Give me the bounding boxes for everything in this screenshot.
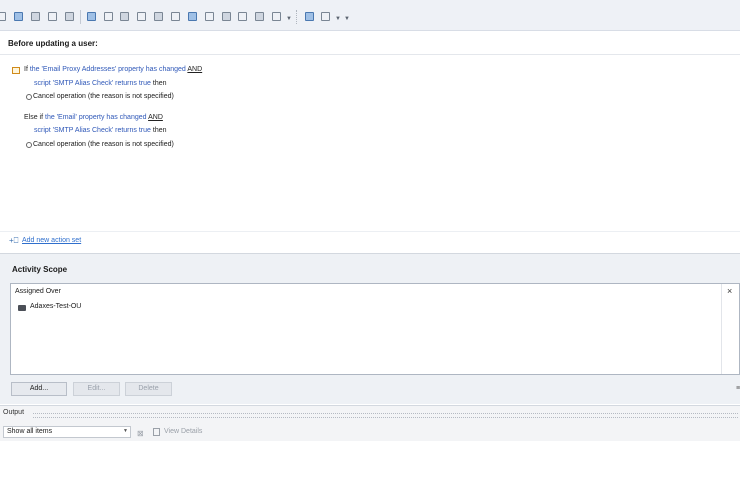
toolbar-separator [296,10,298,24]
assigned-over-header: Assigned Over [15,288,61,295]
and-operator[interactable]: AND [148,114,163,121]
output-log [0,441,740,504]
script-condition[interactable]: script 'SMTP Alias Check' returns true [34,80,151,87]
editor-title: Before updating a user: [8,39,98,48]
elseif-condition[interactable]: the 'Email' property has changed [45,114,147,121]
close-icon[interactable]: × [727,286,732,296]
cancel-icon [26,142,32,148]
script-condition-line[interactable]: script 'SMTP Alias Check' returns true t… [34,127,167,134]
add-button[interactable]: Add... [11,382,67,396]
divider [721,284,722,374]
then-keyword: then [152,80,167,87]
script-condition-line[interactable]: script 'SMTP Alias Check' returns true t… [34,80,167,87]
table-icon[interactable] [137,12,146,21]
cancel-action[interactable]: Cancel operation (the reason is not spec… [33,141,174,148]
cancel-icon [26,94,32,100]
document-icon[interactable] [255,12,264,21]
if-keyword: If [24,66,28,73]
condition-icon [12,67,20,74]
monitor-icon[interactable] [48,12,57,21]
script-icon[interactable] [154,12,163,21]
move-icon[interactable] [321,12,330,21]
if-condition[interactable]: the 'Email Proxy Addresses' property has… [30,66,186,73]
group-icon[interactable] [222,12,231,21]
and-operator[interactable]: AND [187,66,202,73]
report-icon[interactable] [188,12,197,21]
arrow-icon[interactable] [305,12,314,21]
view-details-button[interactable]: View Details [164,428,202,435]
gear-alt-icon[interactable] [238,12,247,21]
chevron-down-icon[interactable]: ▼ [335,16,341,22]
activity-scope-title: Activity Scope [12,265,68,274]
user-settings-icon[interactable] [87,12,96,21]
cancel-action[interactable]: Cancel operation (the reason is not spec… [33,93,174,100]
scope-list[interactable] [10,283,740,375]
drag-handle[interactable] [33,413,738,418]
add-action-set-link[interactable]: Add new action set [22,237,81,244]
copy-icon[interactable] [272,12,281,21]
mail-icon[interactable] [205,12,214,21]
if-rule-line[interactable]: If the 'Email Proxy Addresses' property … [24,66,202,73]
scroll-handle[interactable]: ≡ [736,385,740,392]
list-icon[interactable] [31,12,40,21]
edit-button[interactable]: Edit... [73,382,120,396]
script-condition[interactable]: script 'SMTP Alias Check' returns true [34,127,151,134]
gear-icon[interactable] [171,12,180,21]
add-action-set-icon[interactable]: +⎕ [9,236,18,246]
details-icon[interactable] [153,428,160,436]
edit-icon[interactable] [0,12,6,21]
clear-filter-icon[interactable]: ⊠ [137,429,144,438]
elseif-keyword: Else if [24,114,44,121]
gear-user-icon[interactable] [120,12,129,21]
folder-icon [18,305,26,311]
chevron-down-icon[interactable]: ▼ [123,428,128,434]
output-label: Output [3,409,25,416]
main-toolbar: ▼ ▼ ▼ [0,0,740,31]
users-icon[interactable] [14,12,23,21]
chat-icon[interactable] [104,12,113,21]
delete-button[interactable]: Delete [125,382,172,396]
divider [0,54,740,55]
chevron-down-icon[interactable]: ▼ [286,16,292,22]
output-filter-select[interactable]: Show all items [3,426,131,438]
list-item[interactable]: Adaxes-Test-OU [30,303,81,310]
elseif-rule-line[interactable]: Else if the 'Email' property has changed… [24,114,163,121]
divider [0,231,740,232]
chevron-down-icon[interactable]: ▼ [344,16,350,22]
then-keyword: then [152,127,167,134]
grid-icon[interactable] [65,12,74,21]
toolbar-separator [80,10,81,24]
